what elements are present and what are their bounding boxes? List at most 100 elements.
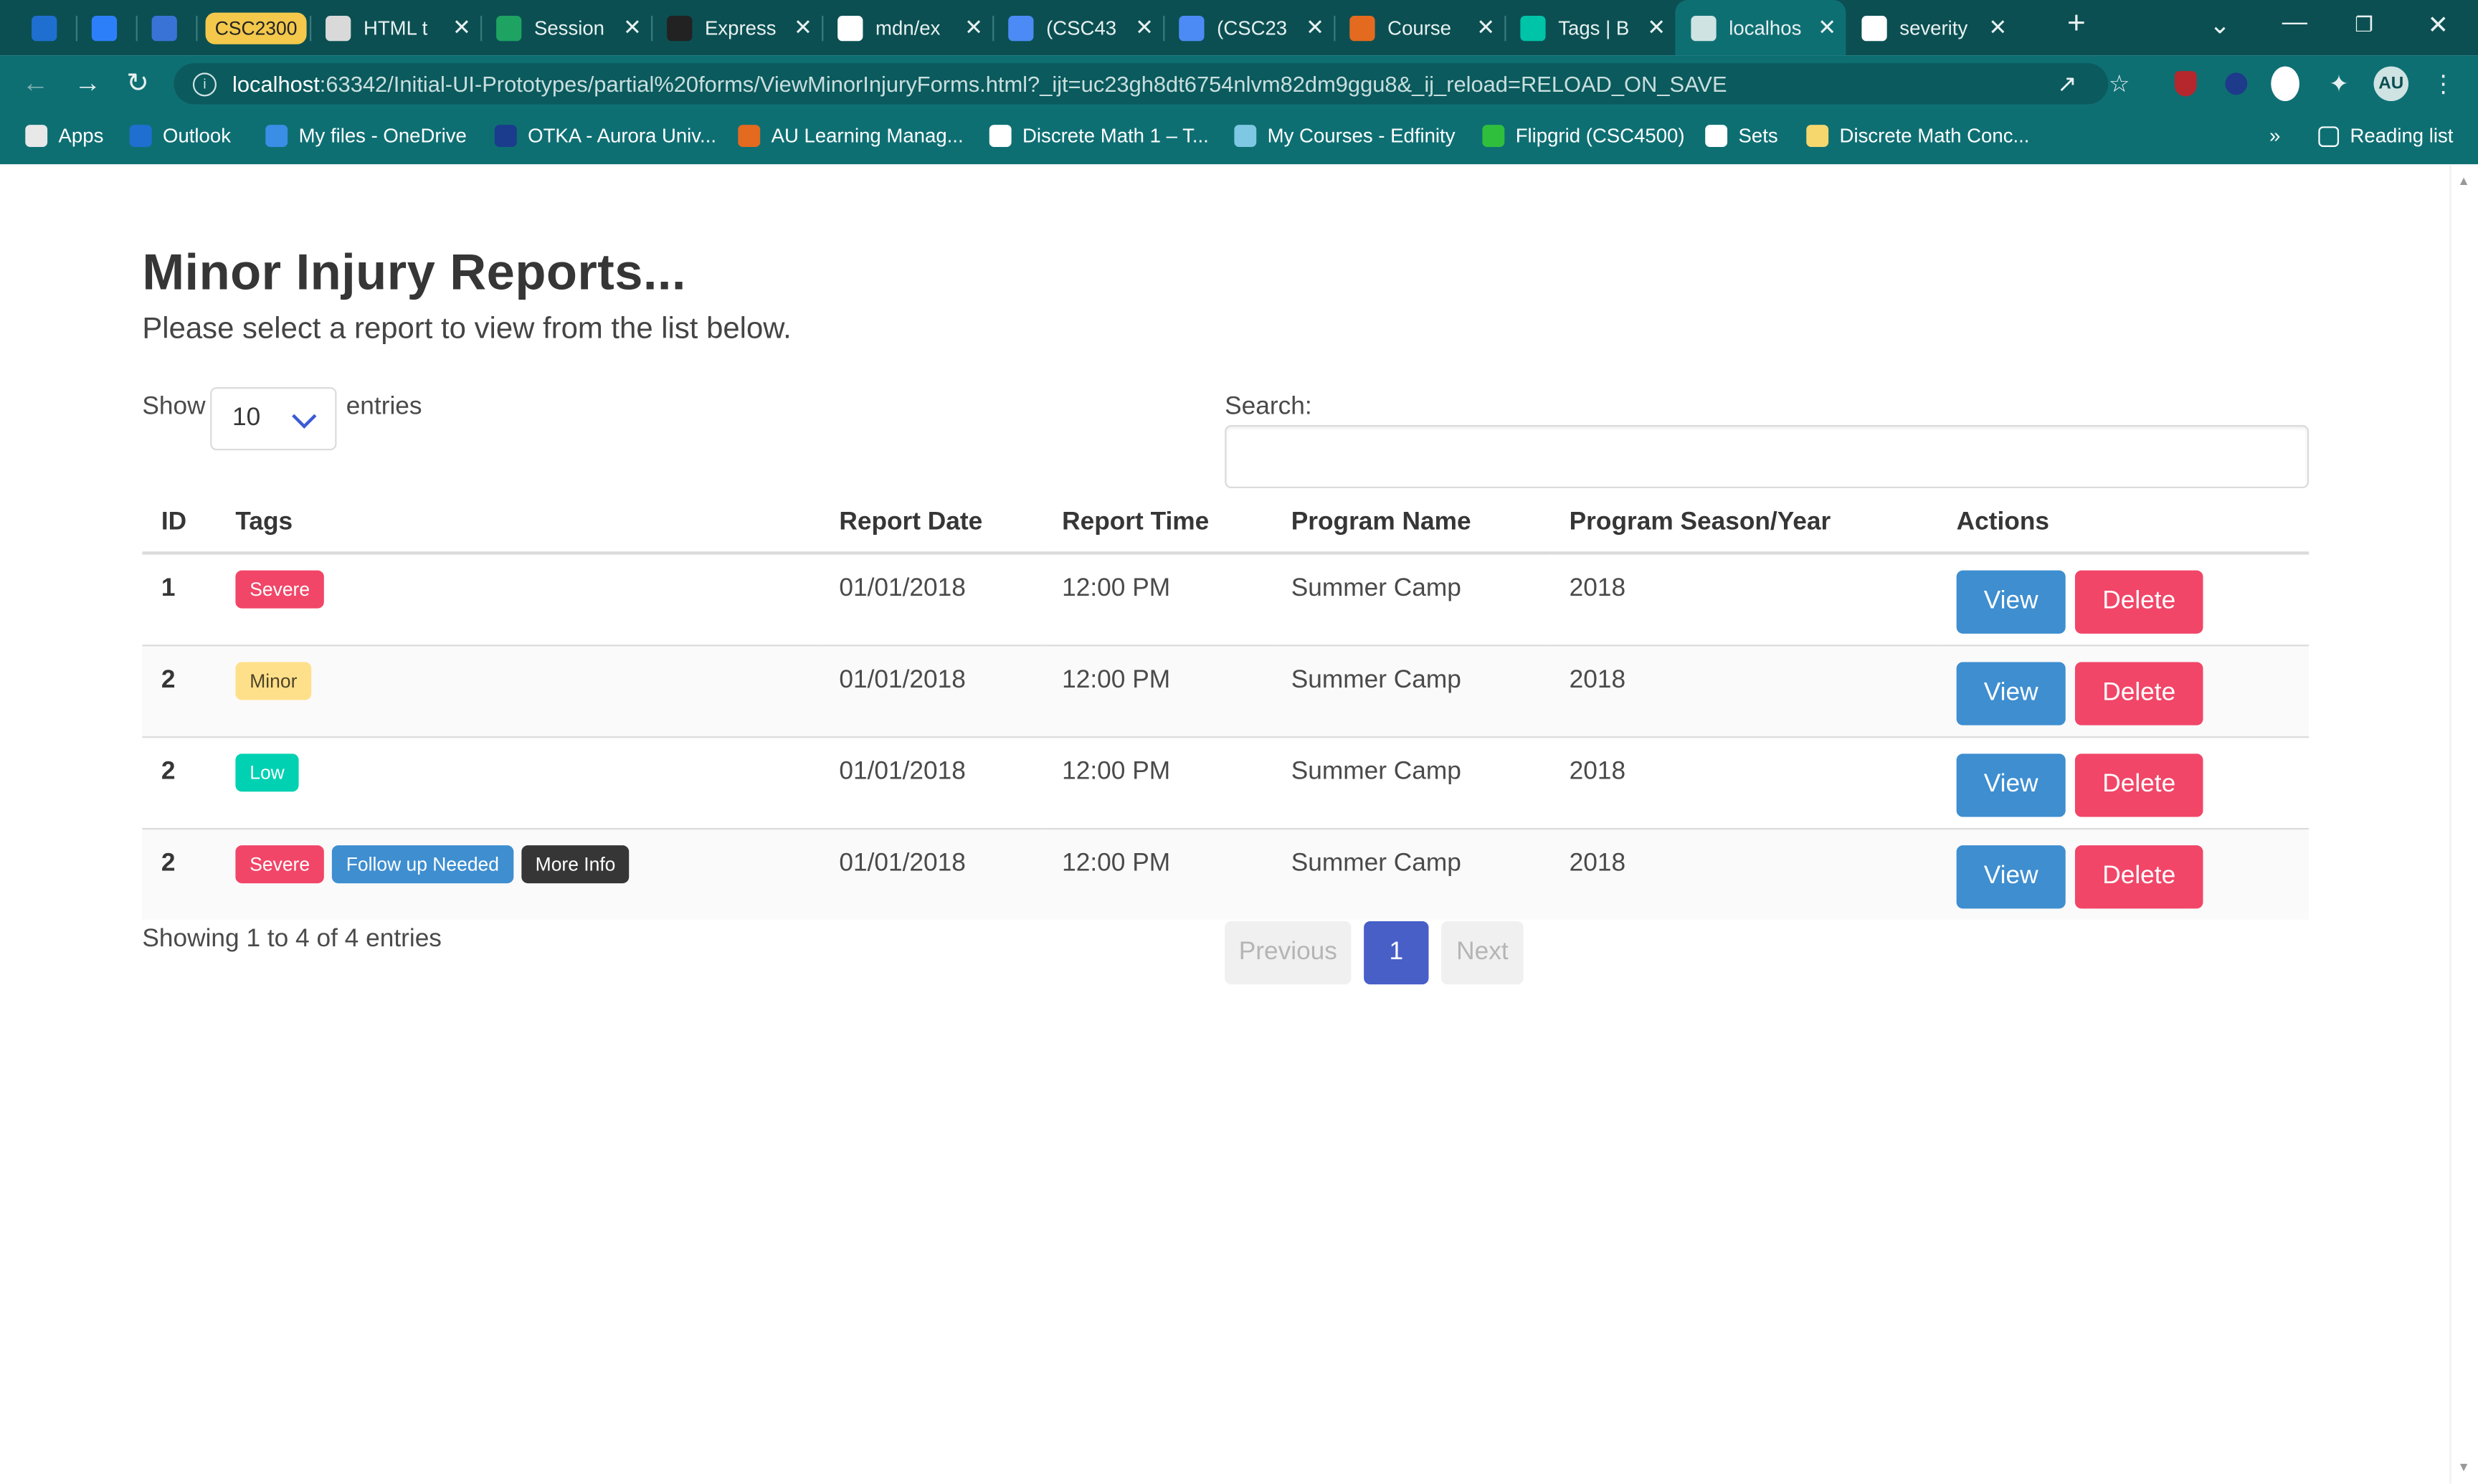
bookmark-label: My files - OneDrive [298, 125, 467, 147]
browser-tab[interactable]: mdn/ex ✕ [822, 0, 992, 55]
close-tab-icon[interactable]: ✕ [623, 14, 642, 41]
close-tab-icon[interactable]: ✕ [1647, 14, 1666, 41]
bookmark-item[interactable]: Apps [25, 125, 103, 147]
vertical-scrollbar[interactable]: ▲ ▼ [2449, 164, 2478, 1484]
tab-title: severity [1899, 16, 1968, 39]
delete-button[interactable]: Delete [2074, 753, 2203, 817]
browser-tab[interactable]: Tags | B ✕ [1504, 0, 1675, 55]
column-header[interactable]: Program Name [1272, 493, 1551, 555]
browser-tab[interactable]: Express ✕ [651, 0, 822, 55]
close-tab-icon[interactable]: ✕ [452, 14, 471, 41]
extension-a-icon[interactable] [2271, 66, 2299, 102]
tab-favicon-icon [1861, 14, 1887, 41]
bookmark-item[interactable]: Outlook [129, 125, 231, 147]
browser-tab[interactable] [136, 0, 196, 55]
table-row[interactable]: 2 Severe Follow up Needed More Info 01/01/20… [142, 829, 2310, 920]
tab-title: Course [1387, 16, 1452, 39]
scroll-up-icon[interactable]: ▲ [2457, 173, 2469, 188]
address-bar[interactable]: i localhost:63342/Initial-UI-Prototypes/… [174, 63, 2109, 105]
tab-search-icon[interactable]: ⌄ [2209, 9, 2231, 41]
cell-tags: Minor [216, 645, 820, 738]
browser-tab[interactable]: HTML t ✕ [310, 0, 480, 55]
page-1-button[interactable]: 1 [1364, 921, 1429, 985]
close-tab-icon[interactable]: ✕ [1818, 14, 1836, 41]
close-tab-icon[interactable]: ✕ [1988, 14, 2007, 41]
table-row[interactable]: 2 Low 01/01/2018 12:00 PM Summer Camp 2018 Vie… [142, 737, 2310, 830]
profile-avatar[interactable]: AU [2373, 66, 2409, 102]
back-icon[interactable]: ← [22, 68, 49, 100]
column-header[interactable]: ID [142, 493, 217, 555]
delete-button[interactable]: Delete [2074, 570, 2203, 634]
minimize-icon[interactable]: — [2282, 9, 2307, 38]
close-tab-icon[interactable]: ✕ [964, 14, 983, 41]
browser-tab[interactable]: Course ✕ [1334, 0, 1504, 55]
browser-tab[interactable] [76, 0, 136, 55]
bookmark-item[interactable]: Discrete Math Conc... [1806, 125, 2029, 147]
view-button[interactable]: View [1956, 662, 2066, 726]
cell-program-name: Summer Camp [1272, 553, 1551, 647]
reading-list-button[interactable]: Reading list [2318, 125, 2453, 147]
chevron-down-icon [292, 404, 317, 429]
cell-program-name-text: Summer Camp [1291, 575, 1461, 602]
delete-button[interactable]: Delete [2074, 845, 2203, 909]
cell-actions: View Delete [1937, 645, 2310, 738]
close-tab-icon[interactable]: ✕ [1306, 14, 1324, 41]
new-tab-icon[interactable]: + [2067, 6, 2086, 43]
browser-tab[interactable]: severity ✕ [1846, 0, 2016, 55]
browser-tab[interactable] [16, 0, 76, 55]
view-button[interactable]: View [1956, 753, 2066, 817]
browser-tab[interactable]: localhos ✕ [1675, 0, 1846, 56]
browser-tab[interactable]: (CSC23 ✕ [1163, 0, 1334, 55]
delete-button[interactable]: Delete [2074, 662, 2203, 726]
search-input[interactable] [1225, 424, 2310, 489]
cell-report-time: 12:00 PM [1043, 829, 1273, 920]
extensions-puzzle-icon[interactable]: ✦ [2325, 70, 2353, 97]
forward-icon[interactable]: → [75, 68, 101, 100]
tab-favicon-icon [151, 14, 177, 41]
column-header[interactable]: Actions [1937, 493, 2310, 555]
cell-actions: View Delete [1937, 737, 2310, 830]
site-info-icon[interactable]: i [192, 72, 217, 96]
view-button[interactable]: View [1956, 570, 2066, 634]
table-row[interactable]: 2 Minor 01/01/2018 12:00 PM Summer Camp 2018 V… [142, 645, 2310, 738]
bookmark-item[interactable]: OTKA - Aurora Univ... [494, 125, 716, 147]
previous-page-button[interactable]: Previous [1225, 921, 1352, 985]
bookmark-label: AU Learning Manag... [771, 125, 964, 147]
cell-report-time-text: 12:00 PM [1062, 667, 1171, 694]
bookmark-item[interactable]: Sets [1705, 125, 1778, 147]
bookmark-item[interactable]: AU Learning Manag... [738, 125, 964, 147]
next-page-button[interactable]: Next [1441, 921, 1524, 985]
menu-kebab-icon[interactable]: ⋮ [2429, 70, 2458, 97]
reload-icon[interactable]: ↻ [126, 68, 148, 100]
table-row[interactable]: 1 Severe 01/01/2018 12:00 PM Summer Camp 2018… [142, 553, 2310, 647]
extension-icon[interactable] [2222, 70, 2251, 98]
scroll-down-icon[interactable]: ▼ [2457, 1460, 2469, 1475]
share-icon[interactable]: ↗ [2053, 70, 2081, 97]
close-tab-icon[interactable]: ✕ [1476, 14, 1495, 41]
column-header[interactable]: Program Season/Year [1550, 493, 1938, 555]
restore-icon[interactable]: ❐ [2355, 13, 2373, 38]
close-tab-icon[interactable]: ✕ [794, 14, 812, 41]
browser-toolbar: ← → ↻ i localhost:63342/Initial-UI-Proto… [0, 55, 2478, 113]
ublock-extension-icon[interactable] [2171, 70, 2200, 98]
table-info: Showing 1 to 4 of 4 entries [142, 926, 442, 953]
more-bookmarks-button[interactable]: » [2269, 125, 2280, 147]
tab-title: HTML t [363, 16, 428, 39]
bookmarks-bar: Apps Outlook My files - OneDrive OTKA - Aur… [0, 112, 2478, 165]
bookmark-item[interactable]: My Courses - Edfinity [1234, 125, 1455, 147]
bookmark-star-icon[interactable]: ☆ [2105, 70, 2134, 97]
column-header[interactable]: Tags [216, 493, 820, 555]
bookmark-item[interactable]: Discrete Math 1 – T... [989, 125, 1209, 147]
view-button[interactable]: View [1956, 845, 2066, 909]
close-tab-icon[interactable]: ✕ [1135, 14, 1154, 41]
close-window-icon[interactable]: ✕ [2427, 9, 2449, 41]
browser-tab[interactable]: CSC2300 [196, 0, 310, 55]
bookmark-item[interactable]: My files - OneDrive [265, 125, 467, 147]
cell-program-name-text: Summer Camp [1291, 667, 1461, 694]
browser-tab[interactable]: Session ✕ [480, 0, 651, 55]
page-size-select[interactable]: 10 [210, 387, 337, 451]
column-header[interactable]: Report Date [820, 493, 1043, 555]
column-header[interactable]: Report Time [1043, 493, 1273, 555]
browser-tab[interactable]: (CSC43 ✕ [992, 0, 1163, 55]
bookmark-item[interactable]: Flipgrid (CSC4500) [1482, 125, 1685, 147]
